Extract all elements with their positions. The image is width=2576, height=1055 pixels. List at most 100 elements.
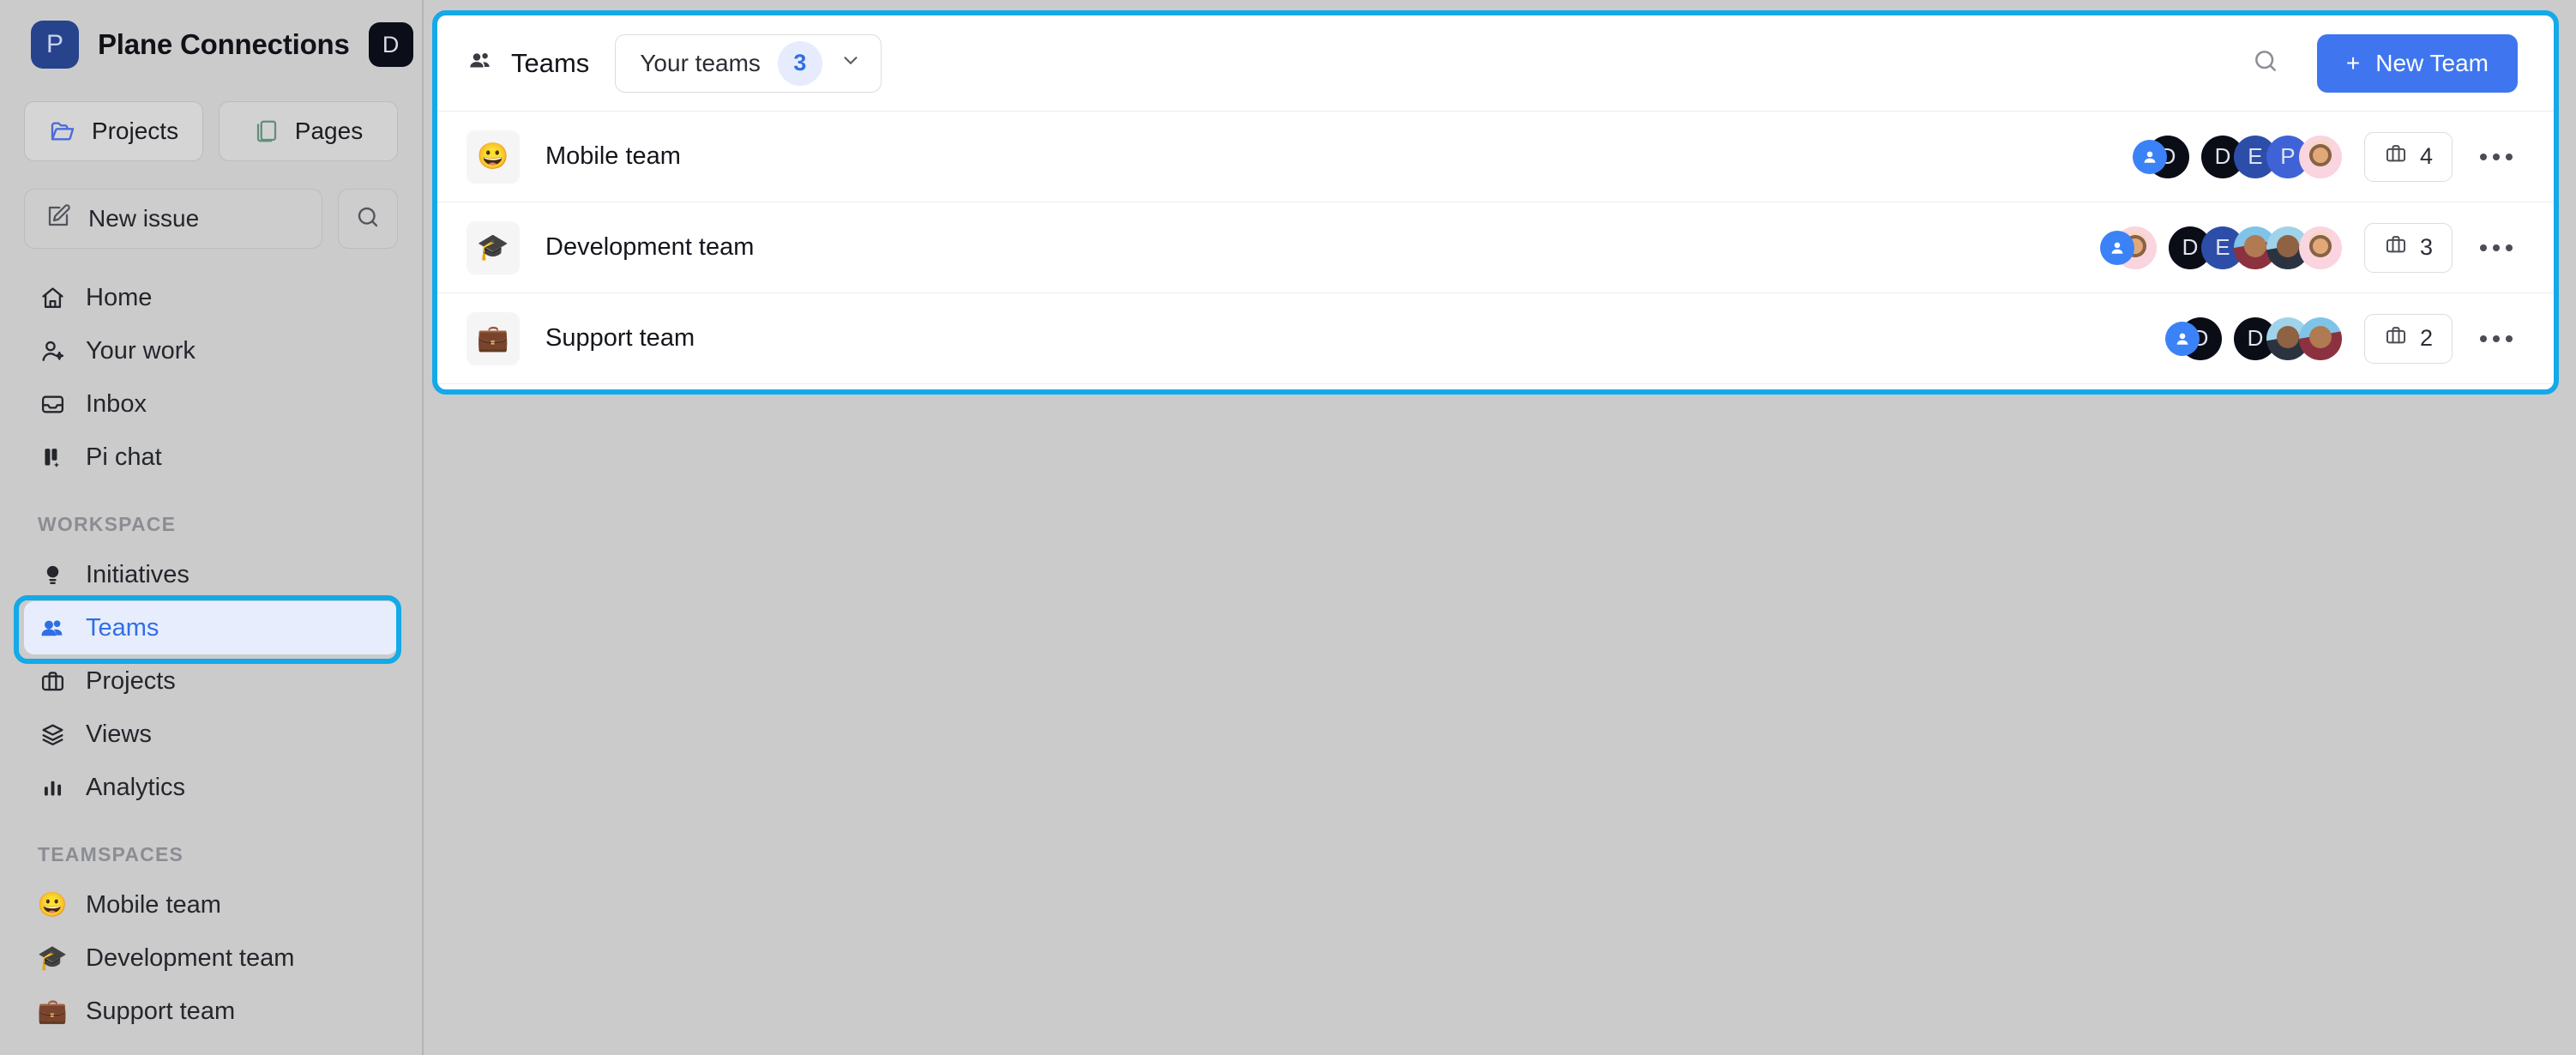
ellipsis-icon [2480,153,2487,160]
table-row[interactable]: 💼 Support team D D 2 [437,293,2554,384]
sidebar-item-mobile-team-label: Mobile team [86,890,221,919]
header-actions: + New Team [2245,33,2518,93]
user-avatar[interactable]: D [368,22,413,67]
table-row[interactable]: 🎓 Development team D E 3 [437,202,2554,293]
pages-icon [254,118,280,144]
team-lead-group: D [2132,135,2189,178]
app-root: P Plane Connections D Projects Pages New… [0,0,2576,1055]
projects-count: 4 [2419,143,2433,169]
team-emoji-icon: 😀 [466,130,520,184]
sidebar-item-inbox-label: Inbox [86,389,147,418]
new-issue-label: New issue [88,205,200,232]
sidebar-item-initiatives-label: Initiatives [86,560,190,588]
team-lead-group [2099,226,2157,269]
sidebar-item-development-team[interactable]: 🎓 Development team [24,931,398,985]
page-title: Teams [466,46,589,81]
sidebar-item-mobile-team[interactable]: 😀 Mobile team [24,878,398,931]
projects-count-chip[interactable]: 3 [2363,222,2453,273]
row-menu-button[interactable] [2475,335,2518,342]
user-sparkle-icon [38,338,67,365]
sidebar-item-projects-label: Projects [86,666,176,695]
mobile-team-emoji-icon: 😀 [37,891,68,918]
member-avatars[interactable]: D D [2164,316,2342,360]
member-group: D E [2168,226,2342,269]
sidebar-item-analytics-label: Analytics [86,773,186,801]
inbox-icon [38,391,67,418]
lightbulb-icon [38,562,67,588]
ellipsis-icon [2493,244,2500,251]
team-emoji-icon: 🎓 [466,220,520,274]
sidebar-search-button[interactable] [338,189,398,249]
teams-search-button[interactable] [2245,43,2286,84]
member-avatars[interactable]: D E [2099,226,2342,269]
tab-projects[interactable]: Projects [24,101,203,161]
projects-count-chip[interactable]: 4 [2363,131,2453,182]
member-group: D E P [2200,135,2342,178]
new-issue-row: New issue [0,161,422,249]
ellipsis-icon [2506,335,2513,342]
row-actions: D D E P 4 [2132,131,2518,182]
new-team-label: New Team [2375,49,2489,76]
sidebar-item-pi-chat[interactable]: Pi chat [24,431,398,484]
your-teams-filter-label: Your teams [640,49,761,76]
sidebar-item-support-team[interactable]: 💼 Support team [24,985,398,1038]
projects-count-chip[interactable]: 2 [2363,313,2453,364]
team-name: Mobile team [545,142,681,170]
row-menu-button[interactable] [2475,244,2518,251]
workspace-logo: P [31,21,79,69]
sidebar-item-support-team-label: Support team [86,997,236,1025]
layers-icon [38,721,67,748]
support-team-emoji-icon: 💼 [37,998,68,1024]
sidebar-item-home[interactable]: Home [24,271,398,324]
teams-panel: Teams Your teams 3 + New Team 😀 Mobile t… [432,10,2559,395]
sidebar-item-pi-chat-label: Pi chat [86,443,162,471]
briefcase-icon [38,668,67,695]
sidebar-item-teams-label: Teams [86,613,159,642]
new-team-button[interactable]: + New Team [2316,33,2518,93]
ellipsis-icon [2493,153,2500,160]
teamspaces-section-label: TEAMSPACES [38,843,184,865]
sidebar-item-projects[interactable]: Projects [24,654,398,708]
table-row[interactable]: 😀 Mobile team D D E P 4 [437,112,2554,202]
briefcase-icon [2384,232,2408,262]
team-name: Support team [545,324,695,352]
sidebar-item-inbox[interactable]: Inbox [24,377,398,431]
sidebar-item-your-work[interactable]: Your work [24,324,398,377]
projects-count: 2 [2419,325,2433,351]
folder-open-icon [49,118,76,145]
sidebar-item-development-team-label: Development team [86,943,295,972]
sidebar-item-views[interactable]: Views [24,708,398,761]
avatar [2298,226,2342,269]
briefcase-icon [2384,142,2408,172]
team-name: Development team [545,233,755,261]
sidebar-item-analytics[interactable]: Analytics [24,761,398,814]
tab-projects-label: Projects [91,118,179,144]
team-lead-badge-icon [2132,139,2167,174]
row-menu-button[interactable] [2475,153,2518,160]
your-teams-count-badge: 3 [777,40,822,86]
row-actions: D D 2 [2164,313,2518,364]
team-lead-badge-icon [2164,321,2200,356]
search-icon [355,204,381,234]
tab-pages-label: Pages [294,118,364,144]
avatar [2298,135,2342,178]
sidebar-item-views-label: Views [86,720,152,748]
plus-icon: + [2345,49,2361,76]
bar-chart-icon [38,775,67,801]
team-emoji-icon: 💼 [466,311,520,365]
ellipsis-icon [2493,335,2500,342]
brand-row: P Plane Connections D [0,0,422,89]
page-title-label: Teams [511,47,590,78]
pencil-square-icon [45,203,71,235]
your-teams-filter-dropdown[interactable]: Your teams 3 [615,33,882,93]
member-avatars[interactable]: D D E P [2132,135,2342,178]
search-icon [2252,47,2279,79]
tab-pages[interactable]: Pages [219,101,398,161]
pi-chat-icon [38,444,67,471]
new-issue-button[interactable]: New issue [24,189,322,249]
sidebar-item-initiatives[interactable]: Initiatives [24,548,398,601]
ellipsis-icon [2506,244,2513,251]
sidebar-item-teams[interactable]: Teams [24,601,398,654]
home-icon [38,285,67,311]
teams-panel-header: Teams Your teams 3 + New Team [437,15,2554,112]
